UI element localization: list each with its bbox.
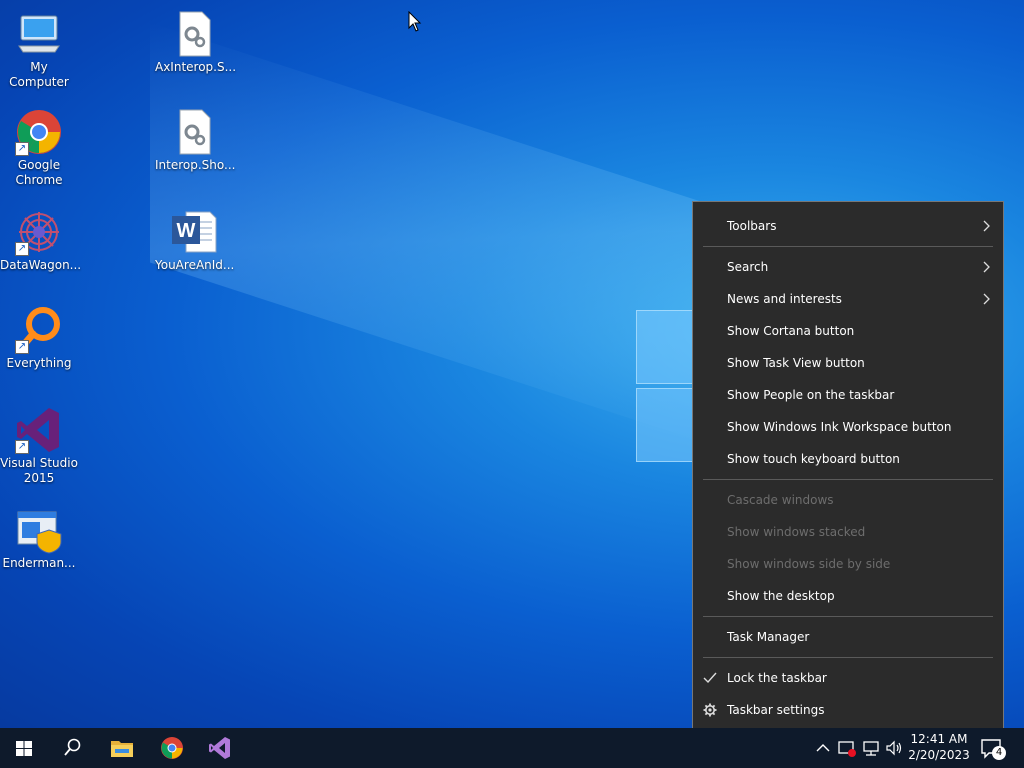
menu-item-label: Show windows side by side <box>727 557 891 571</box>
desktop-icon-everything[interactable]: ↗ Everything <box>0 302 78 392</box>
menu-item-show-cortana-button[interactable]: Show Cortana button <box>693 317 1003 345</box>
chrome-icon: ↗ <box>15 108 63 156</box>
desktop-icon-label: DataWagon... <box>0 258 82 272</box>
shortcut-arrow-icon: ↗ <box>15 340 29 354</box>
desktop-icon-label: YouAreAnId... <box>155 258 235 272</box>
menu-item-news-and-interests[interactable]: News and interests <box>693 285 1003 313</box>
search-button[interactable] <box>48 728 96 768</box>
desktop-icon-youareanid[interactable]: W YouAreAnId... <box>155 204 235 294</box>
menu-item-task-manager[interactable]: Task Manager <box>693 623 1003 651</box>
start-button[interactable] <box>0 728 48 768</box>
desktop-icon-axinterop[interactable]: AxInterop.S... <box>155 6 237 96</box>
action-center-button[interactable]: 4 <box>978 736 1008 760</box>
dll-file-icon <box>170 108 218 156</box>
shortcut-arrow-icon: ↗ <box>15 142 29 156</box>
menu-item-label: Taskbar settings <box>727 703 825 717</box>
taskbar[interactable]: 12:41 AM 2/20/2023 4 <box>0 728 1024 768</box>
desktop-icon-datawagon[interactable]: ↗ DataWagon... <box>0 204 82 294</box>
chevron-right-icon <box>983 261 990 273</box>
desktop-icon-label: My Computer <box>9 60 69 89</box>
menu-separator <box>703 657 993 658</box>
menu-item-show-windows-ink[interactable]: Show Windows Ink Workspace button <box>693 413 1003 441</box>
volume-icon[interactable] <box>884 738 904 758</box>
desktop-icon-label: Visual Studio 2015 <box>0 456 78 485</box>
menu-item-label: Show windows stacked <box>727 525 866 539</box>
taskbar-context-menu: Toolbars Search News and interests Show … <box>692 201 1004 734</box>
menu-item-show-windows-stacked: Show windows stacked <box>693 518 1003 546</box>
desktop-icon-google-chrome[interactable]: ↗ Google Chrome <box>0 104 78 194</box>
menu-item-lock-the-taskbar[interactable]: Lock the taskbar <box>693 664 1003 692</box>
desktop-icon-interop-sho[interactable]: Interop.Sho... <box>155 104 236 194</box>
word-document-icon: W <box>170 208 218 256</box>
menu-item-show-windows-side-by-side: Show windows side by side <box>693 550 1003 578</box>
visual-studio-icon: ↗ <box>15 406 63 454</box>
file-explorer-button[interactable] <box>98 728 146 768</box>
chrome-icon <box>161 737 183 759</box>
desktop-icon-label: AxInterop.S... <box>155 60 237 74</box>
menu-item-label: News and interests <box>727 292 842 306</box>
menu-item-label: Lock the taskbar <box>727 671 827 685</box>
shortcut-arrow-icon: ↗ <box>15 440 29 454</box>
search-icon <box>64 738 81 756</box>
menu-item-label: Show People on the taskbar <box>727 388 895 402</box>
computer-icon <box>15 10 63 58</box>
dll-file-icon <box>170 10 218 58</box>
datawagon-icon: ↗ <box>15 208 63 256</box>
chevron-up-icon[interactable] <box>813 738 833 758</box>
menu-item-label: Toolbars <box>727 219 777 233</box>
chrome-taskbar-button[interactable] <box>148 728 196 768</box>
menu-item-label: Search <box>727 260 769 274</box>
menu-item-label: Show Windows Ink Workspace button <box>727 420 952 434</box>
menu-item-search[interactable]: Search <box>693 253 1003 281</box>
menu-item-taskbar-settings[interactable]: Taskbar settings <box>693 696 1003 724</box>
chevron-right-icon <box>983 293 990 305</box>
menu-item-label: Show the desktop <box>727 589 835 603</box>
menu-separator <box>703 479 993 480</box>
menu-item-label: Show touch keyboard button <box>727 452 900 466</box>
svg-text:W: W <box>177 220 196 242</box>
start-icon <box>16 741 32 756</box>
clock-date: 2/20/2023 <box>908 748 970 762</box>
desktop-icon-visual-studio[interactable]: ↗ Visual Studio 2015 <box>0 402 78 492</box>
menu-separator <box>703 246 993 247</box>
network-icon[interactable] <box>861 738 881 758</box>
security-warning-icon[interactable] <box>837 738 857 758</box>
clock-time: 12:41 AM <box>910 732 968 746</box>
file-explorer-icon <box>111 741 133 757</box>
menu-item-label: Task Manager <box>727 630 810 644</box>
menu-separator <box>703 616 993 617</box>
gear-icon <box>703 703 717 717</box>
notification-count-badge: 4 <box>992 746 1006 760</box>
mouse-cursor-icon <box>408 11 422 32</box>
desktop-icon-label: Enderman... <box>2 556 76 570</box>
visual-studio-taskbar-button[interactable] <box>196 728 244 768</box>
everything-search-icon: ↗ <box>15 306 63 354</box>
desktop-icon-enderman[interactable]: Enderman... <box>0 502 78 592</box>
menu-item-show-task-view-button[interactable]: Show Task View button <box>693 349 1003 377</box>
taskbar-clock[interactable]: 12:41 AM 2/20/2023 <box>905 731 973 763</box>
chevron-right-icon <box>983 220 990 232</box>
desktop-icon-my-computer[interactable]: My Computer <box>0 6 78 96</box>
menu-item-show-people[interactable]: Show People on the taskbar <box>693 381 1003 409</box>
desktop-icon-label: Interop.Sho... <box>155 158 236 172</box>
visual-studio-icon <box>209 737 230 759</box>
menu-item-show-touch-keyboard[interactable]: Show touch keyboard button <box>693 445 1003 473</box>
menu-item-show-the-desktop[interactable]: Show the desktop <box>693 582 1003 610</box>
window-shield-icon <box>15 506 63 554</box>
checkmark-icon <box>703 672 717 684</box>
menu-item-label: Show Task View button <box>727 356 865 370</box>
desktop-icon-label: Google Chrome <box>15 158 63 187</box>
menu-item-cascade-windows: Cascade windows <box>693 486 1003 514</box>
desktop-icon-label: Everything <box>6 356 72 370</box>
menu-item-label: Cascade windows <box>727 493 834 507</box>
shortcut-arrow-icon: ↗ <box>15 242 29 256</box>
menu-item-toolbars[interactable]: Toolbars <box>693 212 1003 240</box>
menu-item-label: Show Cortana button <box>727 324 855 338</box>
